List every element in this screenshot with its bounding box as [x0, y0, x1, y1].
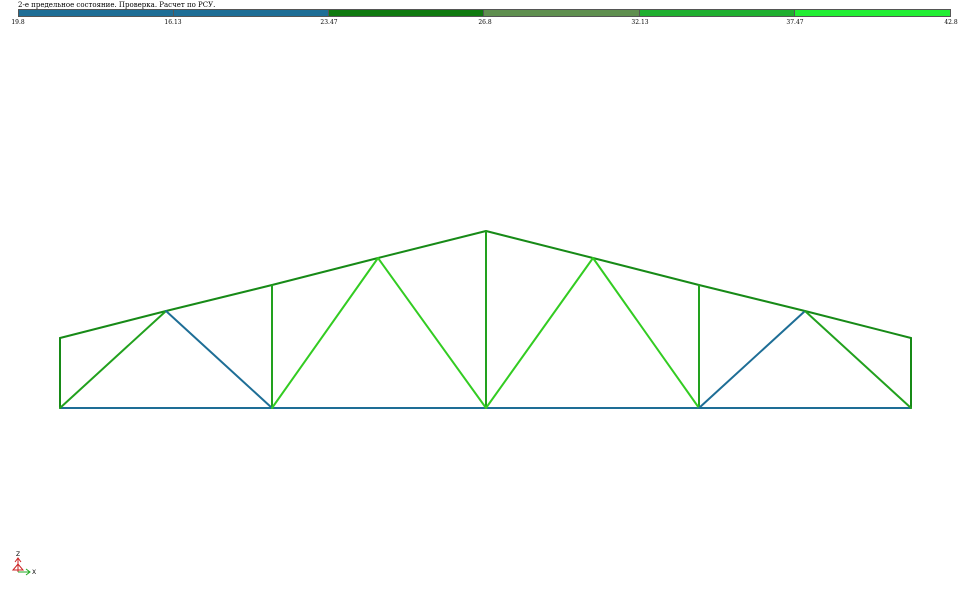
axis-x-label: X — [32, 569, 36, 576]
diagonal-7 — [698, 310, 806, 409]
diagonal-4 — [377, 257, 487, 409]
diagonal-1 — [59, 310, 167, 409]
top-chord-7 — [698, 284, 806, 312]
top-chord-5 — [485, 230, 594, 259]
axis-triad-icon: Z X — [11, 551, 36, 576]
axis-z-label: Z — [16, 551, 20, 558]
diagonal-5 — [485, 257, 594, 409]
top-chord-4 — [377, 230, 487, 259]
truss-diagram — [59, 230, 912, 409]
top-chord-2 — [165, 284, 273, 312]
diagonal-8 — [804, 310, 912, 409]
diagonal-2 — [165, 310, 273, 409]
